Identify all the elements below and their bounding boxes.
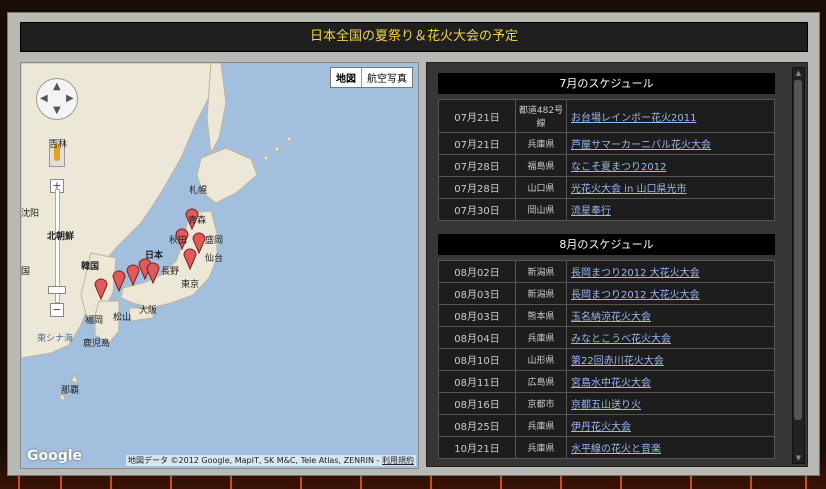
event-link[interactable]: 伊丹花火大会 [566,414,775,437]
table-row: 08月03日 熊本県 玉名納涼花火大会 [438,304,775,327]
july-schedule-table: 07月21日 都道482号線 お台場レインボー花火2011 07月21日 兵庫県… [438,99,775,221]
table-row: 08月11日 広島県 宮島水中花火大会 [438,370,775,393]
event-link[interactable]: 京都五山送り火 [566,392,775,415]
map-label-tokyo: 東京 [181,280,200,290]
july-schedule-header: 7月のスケジュール [438,73,775,94]
satellite-type-button[interactable]: 航空写真 [362,68,412,87]
map-label-nihon: 日本 [145,251,164,261]
map-label-sendai: 仙台 [205,254,224,264]
table-row: 08月16日 京都市 京都五山送り火 [438,392,775,415]
table-row: 08月04日 兵庫県 みなとこうべ花火大会 [438,326,775,349]
page-title: 日本全国の夏祭り＆花火大会の予定 [20,22,808,52]
map-label-east-china-sea: 東シナ海 [37,334,74,344]
event-link[interactable]: 長岡まつり2012 大花火大会 [566,282,775,305]
table-row: 07月30日 岡山県 流星奉行 [438,198,775,221]
pan-right-icon[interactable]: ▶ [66,94,74,104]
main-panel: 日本全国の夏祭り＆花火大会の予定 地図 航空写真 ▲ ▼ ◀ ▶ + − 吉林 … [7,12,820,476]
scroll-down-icon[interactable]: ▼ [793,453,804,463]
map-view[interactable]: 地図 航空写真 ▲ ▼ ◀ ▶ + − 吉林 沈阳 北朝鮮 国 韓国 東シナ海 … [20,62,419,469]
event-link[interactable]: みなとこうべ花火大会 [566,326,775,349]
event-link[interactable]: 長岡まつり2012 大花火大会 [566,260,775,283]
map-label-kuni: 国 [21,267,31,277]
table-row: 07月21日 都道482号線 お台場レインボー花火2011 [438,99,775,133]
august-schedule-table: 08月02日 新潟県 長岡まつり2012 大花火大会 08月03日 新潟県 長岡… [438,260,775,459]
event-link[interactable]: なこそ夏まつり2012 [566,154,775,177]
event-link[interactable]: 玉名納涼花火大会 [566,304,775,327]
map-label-kagoshima: 鹿児島 [83,339,111,349]
map-label-shenyang: 沈阳 [21,209,40,219]
table-row: 10月21日 兵庫県 水平線の花火と音楽 [438,436,775,459]
map-label-morioka: 盛岡 [205,236,224,246]
google-logo: Google [27,448,83,464]
table-row: 08月03日 新潟県 長岡まつり2012 大花火大会 [438,282,775,305]
pan-down-icon[interactable]: ▼ [53,106,61,116]
event-link[interactable]: お台場レインボー花火2011 [566,99,775,133]
table-row: 07月21日 兵庫県 芦屋サマーカーニバル花火大会 [438,132,775,155]
map-label-north-korea: 北朝鮮 [47,232,75,242]
table-row: 08月10日 山形県 第22回赤川花火大会 [438,348,775,371]
event-link[interactable]: 第22回赤川花火大会 [566,348,775,371]
map-type-toggle[interactable]: 地図 航空写真 [330,67,413,88]
schedule-scrollbar[interactable]: ▲ ▼ [792,67,805,464]
event-link[interactable]: 光花火大会 in 山口県光市 [566,176,775,199]
map-label-sapporo: 札幌 [189,186,208,196]
event-link[interactable]: 宮島水中花火大会 [566,370,775,393]
pan-left-icon[interactable]: ◀ [40,94,48,104]
map-label-matsuyama: 松山 [113,313,132,323]
map-label-akita: 秋田 [169,236,188,246]
map-label-osaka: 大阪 [139,306,158,316]
event-link[interactable]: 流星奉行 [566,198,775,221]
map-label-aomori: 青森 [188,216,207,226]
event-link[interactable]: 芦屋サマーカーニバル花火大会 [566,132,775,155]
map-label-naha: 那覇 [61,386,80,396]
pan-control[interactable]: ▲ ▼ ◀ ▶ [36,78,78,120]
table-row: 07月28日 山口県 光花火大会 in 山口県光市 [438,176,775,199]
table-row: 07月28日 福島県 なこそ夏まつり2012 [438,154,775,177]
pan-up-icon[interactable]: ▲ [53,82,61,92]
scroll-up-icon[interactable]: ▲ [793,68,804,78]
zoom-out-button[interactable]: − [50,303,64,317]
schedule-panel[interactable]: 7月のスケジュール 07月21日 都道482号線 お台場レインボー花火2011 … [426,62,808,467]
map-label-kirin: 吉林 [49,140,68,150]
event-link[interactable]: 水平線の花火と音楽 [566,436,775,459]
scrollbar-thumb[interactable] [794,80,802,420]
map-label-south-korea: 韓国 [81,262,100,272]
map-label-nagano: 長野 [161,267,180,277]
table-row: 08月25日 兵庫県 伊丹花火大会 [438,414,775,437]
map-type-button[interactable]: 地図 [331,68,362,87]
zoom-slider-thumb[interactable] [48,286,66,294]
map-label-fukuoka: 福岡 [85,316,104,326]
august-schedule-header: 8月のスケジュール [438,234,775,255]
terms-link[interactable]: 利用規約 [382,456,414,465]
map-attribution: 地図データ ©2012 Google, MapIT, SK M&C, Tele … [125,455,416,466]
table-row: 08月02日 新潟県 長岡まつり2012 大花火大会 [438,260,775,283]
